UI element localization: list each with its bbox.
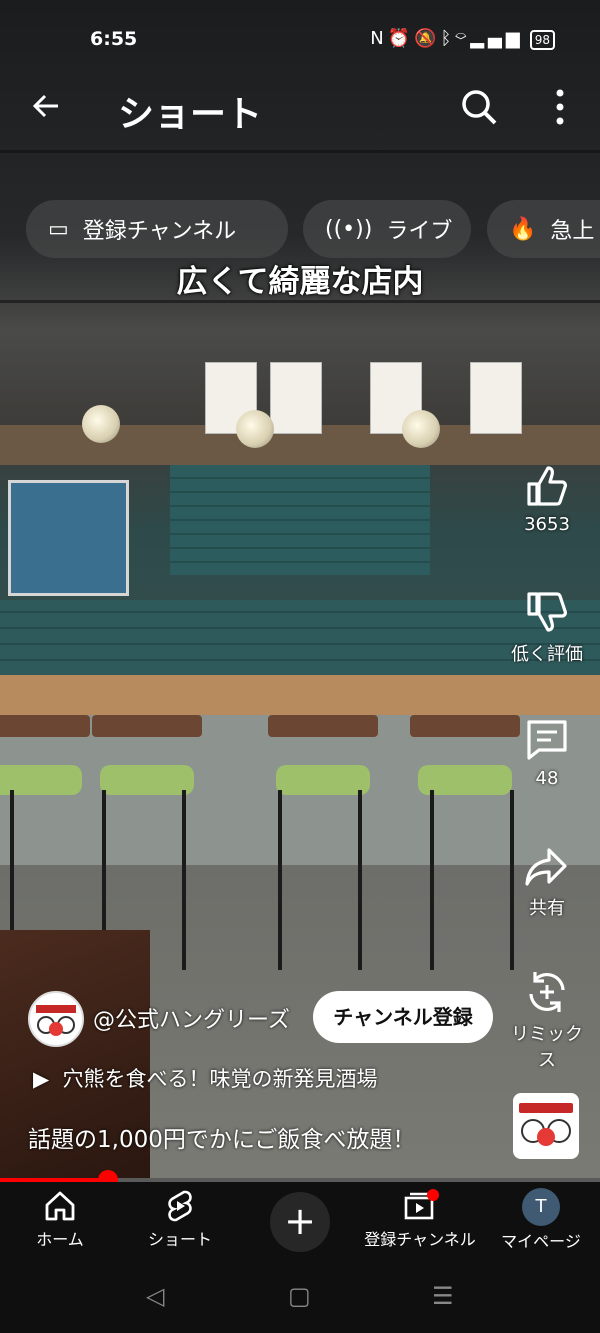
battery-icon: 98 (529, 30, 555, 50)
system-recents-icon[interactable]: ☰ (432, 1282, 454, 1310)
share-button[interactable]: 共有 (505, 842, 589, 920)
like-count: 3653 (524, 514, 570, 535)
share-icon (525, 848, 567, 886)
system-home-icon[interactable]: ▢ (288, 1282, 311, 1310)
page-title: ショート (118, 94, 263, 135)
chip-label: 登録チャンネル (82, 219, 237, 244)
nav-you-label: マイページ (501, 1232, 581, 1251)
arrow-left-icon (32, 94, 58, 118)
status-time: 6:55 (90, 28, 138, 50)
share-label: 共有 (529, 898, 565, 919)
video-caption-overlay: 広くて綺麗な店内 (176, 264, 424, 300)
dislike-label: 低く評価 (511, 644, 583, 665)
pendant-lamp (402, 410, 440, 448)
plus-icon: + (284, 1199, 316, 1243)
channel-name[interactable]: @公式ハングリーズ (93, 1002, 290, 1034)
subscribe-button[interactable]: チャンネル登録 (313, 991, 493, 1043)
nfc-icon: N (370, 28, 388, 49)
mute-icon: 🔕 (414, 28, 441, 49)
comment-count: 48 (535, 768, 559, 789)
playlist-link[interactable]: ▶ 穴熊を食べる！味覚の新発見酒場 (33, 1063, 378, 1093)
chip-label: ライブ (386, 219, 453, 244)
ceiling-beam (0, 150, 600, 153)
comments-button[interactable]: 48 (505, 716, 589, 789)
bluetooth-icon: ᛒ (440, 28, 456, 49)
trending-icon: 🔥 (509, 216, 537, 242)
bar-stool (410, 715, 520, 970)
bottom-nav: ホーム ショート + 登録チャンネル T マイページ (0, 1182, 600, 1262)
more-vert-icon (556, 89, 564, 125)
shorts-icon (168, 1190, 192, 1222)
nav-subscriptions[interactable]: 登録チャンネル (360, 1188, 480, 1250)
thumb-up-icon (527, 466, 567, 506)
home-icon (45, 1191, 75, 1221)
remix-label: リミックス (511, 1024, 583, 1071)
nav-subscriptions-label: 登録チャンネル (364, 1230, 476, 1249)
chip-label: 急上 (550, 219, 595, 244)
play-icon: ▶ (33, 1067, 50, 1091)
nav-you[interactable]: T マイページ (497, 1188, 585, 1252)
video-title[interactable]: 話題の1,000円でかにご飯食べ放題！ (28, 1120, 415, 1154)
subscriptions-icon (404, 1189, 439, 1220)
menu-sign (270, 362, 322, 434)
nav-shorts[interactable]: ショート (140, 1188, 220, 1250)
user-avatar: T (522, 1188, 560, 1226)
channel-avatar[interactable] (28, 991, 84, 1047)
pendant-lamp (236, 410, 274, 448)
tile-wall (170, 465, 430, 575)
system-back-icon[interactable]: ◁ (146, 1282, 164, 1310)
wifi-icon: ⌔ (455, 28, 471, 49)
back-button[interactable] (28, 88, 68, 128)
search-button[interactable] (458, 86, 500, 128)
signal-icon: ▂▄▆ (470, 28, 524, 49)
status-bar: 6:55 N⏰🔕ᛒ⌔▂▄▆ 98 (0, 0, 600, 80)
bar-stool (92, 715, 202, 970)
create-button[interactable]: + (270, 1192, 330, 1252)
alarm-icon: ⏰ (387, 28, 415, 49)
live-icon: ((•)) (325, 216, 373, 242)
system-nav-bar: ◁ ▢ ☰ (0, 1262, 600, 1333)
chip-live[interactable]: ((•)) ライブ (303, 200, 471, 258)
thumb-down-icon (527, 592, 567, 632)
chip-subscriptions[interactable]: ▭ 登録チャンネル (26, 200, 288, 258)
remix-button[interactable]: リミックス (505, 968, 589, 1072)
status-icons: N⏰🔕ᛒ⌔▂▄▆ 98 (370, 28, 555, 50)
dislike-button[interactable]: 低く評価 (505, 588, 589, 666)
chip-trending[interactable]: 🔥 急上 (487, 200, 600, 258)
remix-icon (529, 972, 565, 1012)
more-options-button[interactable] (548, 86, 572, 128)
search-icon (462, 90, 497, 125)
channel-logo (36, 1005, 76, 1036)
drink-fridge (8, 480, 129, 596)
counter-top (0, 675, 600, 715)
nav-home-label: ホーム (36, 1230, 84, 1249)
nav-home[interactable]: ホーム (28, 1188, 92, 1250)
bar-stool (0, 715, 90, 970)
pendant-lamp (82, 405, 120, 443)
subscriptions-icon: ▭ (48, 216, 69, 242)
playlist-title: 穴熊を食べる！味覚の新発見酒場 (62, 1067, 378, 1091)
menu-sign (470, 362, 522, 434)
bar-stool (268, 715, 378, 970)
comment-icon (527, 720, 567, 760)
nav-shorts-label: ショート (147, 1230, 212, 1249)
channel-logo (519, 1103, 573, 1146)
sound-thumbnail[interactable] (513, 1093, 579, 1159)
like-button[interactable]: 3653 (505, 462, 589, 535)
